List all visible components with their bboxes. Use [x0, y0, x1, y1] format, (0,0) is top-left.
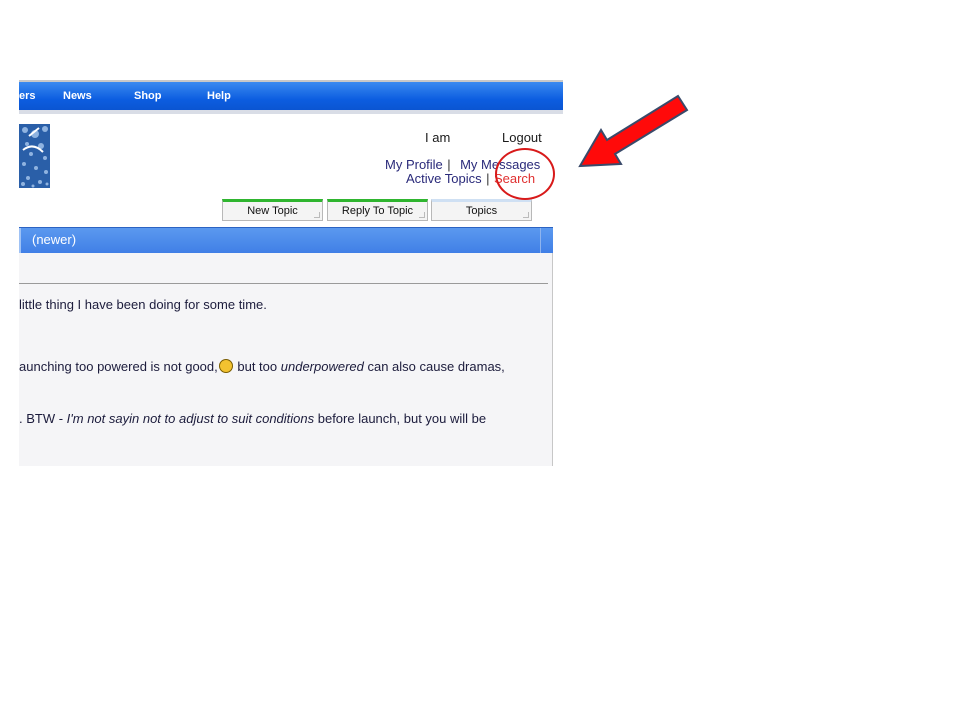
post-body: little thing I have been doing for some … — [19, 253, 553, 466]
post-text: . BTW - — [19, 411, 67, 426]
topics-button[interactable]: Topics — [431, 199, 532, 221]
post-line-2: aunching too powered is not good, but to… — [19, 359, 505, 374]
greeting-text: I am — [425, 130, 451, 145]
newer-link[interactable]: (newer) — [32, 232, 76, 247]
nav-item-members[interactable]: ers — [19, 90, 36, 102]
active-topics-link[interactable]: Active Topics — [406, 171, 482, 186]
nav-item-help[interactable]: Help — [207, 90, 231, 102]
header-divider — [540, 228, 541, 254]
post-text: but too — [233, 359, 281, 374]
post-line-3: . BTW - I'm not sayin not to adjust to s… — [19, 411, 486, 426]
nav-item-shop[interactable]: Shop — [134, 90, 162, 102]
nav-divider — [19, 110, 563, 114]
top-nav-bar: ers News Shop Help — [19, 80, 563, 114]
post-emphasis: I'm not sayin not to adjust to suit cond… — [66, 411, 315, 426]
forum-screenshot: ers News Shop Help I am Logout My Profil… — [19, 80, 563, 466]
smiley-icon — [218, 359, 233, 373]
post-text: before launch, but you will be — [314, 411, 487, 426]
post-text: little thing I have been doing for some … — [19, 297, 267, 312]
separator: | — [486, 171, 490, 186]
post-text: aunching too powered is not good, — [19, 359, 218, 374]
header-edge — [19, 228, 21, 254]
new-topic-label: New Topic — [247, 205, 298, 217]
post-text: can also cause dramas, — [363, 359, 505, 374]
post-emphasis: underpowered — [280, 359, 364, 374]
topics-label: Topics — [465, 205, 498, 217]
post-line-1: little thing I have been doing for some … — [19, 297, 267, 312]
post-divider — [19, 283, 548, 284]
post-header-bar: (newer) — [19, 227, 553, 254]
circle-annotation — [495, 148, 555, 200]
corner-mark — [419, 212, 425, 218]
reply-label: Reply To Topic — [341, 205, 414, 217]
corner-mark — [314, 212, 320, 218]
arrow-annotation — [578, 94, 689, 168]
corner-mark — [523, 212, 529, 218]
reply-to-topic-button[interactable]: Reply To Topic — [327, 199, 428, 221]
logout-link[interactable]: Logout — [502, 130, 542, 145]
forum-logo — [19, 124, 50, 188]
new-topic-button[interactable]: New Topic — [222, 199, 323, 221]
nav-item-news[interactable]: News — [63, 90, 92, 102]
